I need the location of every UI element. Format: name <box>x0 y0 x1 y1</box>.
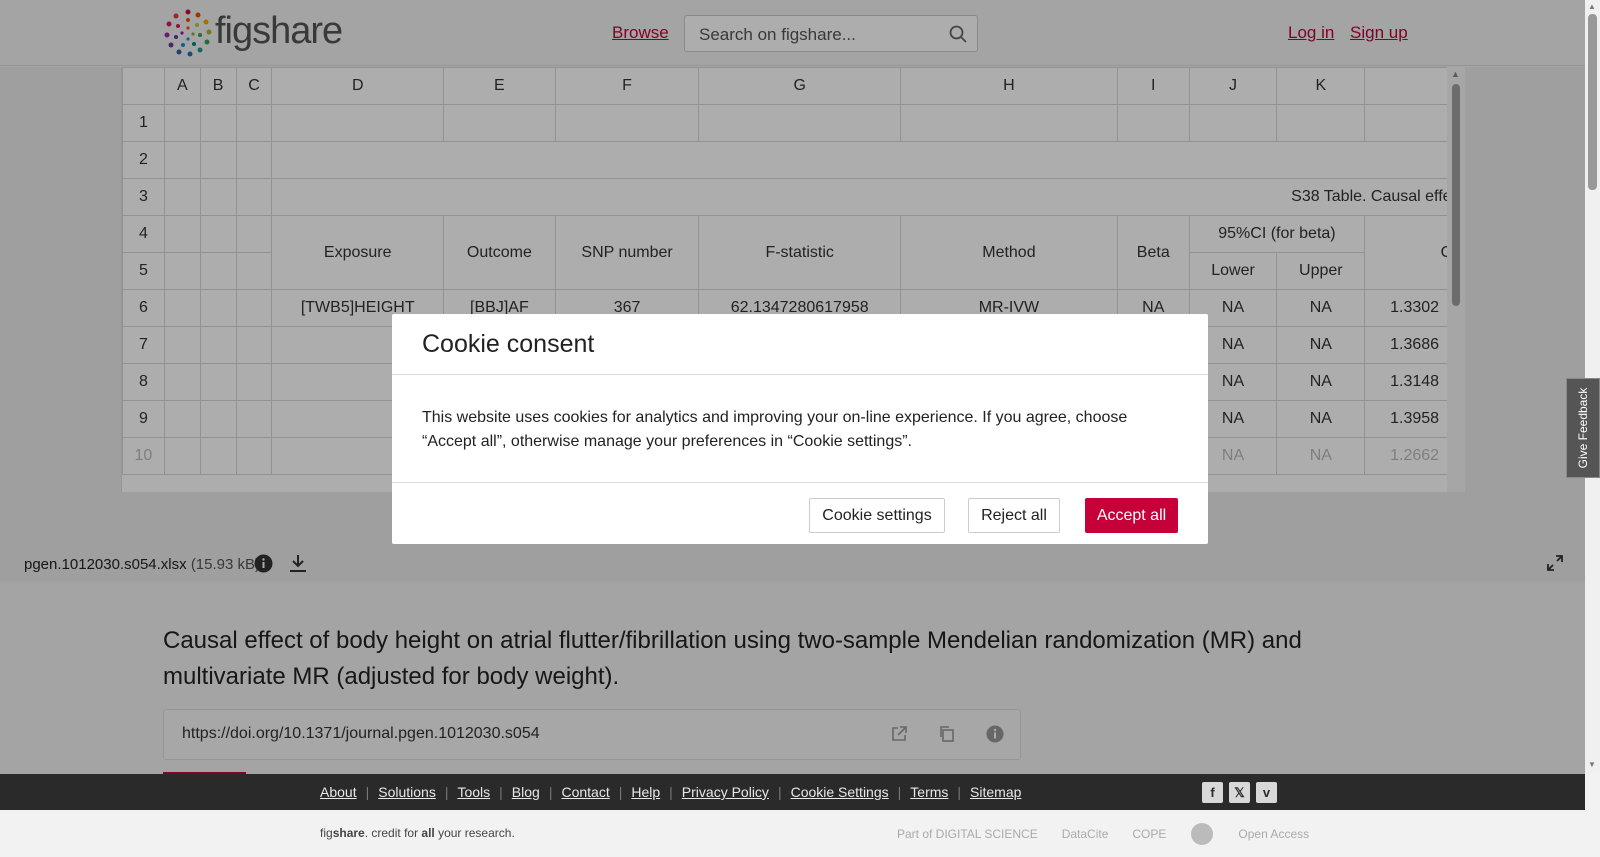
dialog-header: Cookie consent <box>392 314 1208 375</box>
scroll-up-icon[interactable]: ▲ <box>1588 2 1596 11</box>
cookie-settings-button[interactable]: Cookie settings <box>809 498 945 533</box>
footer-link-solutions[interactable]: Solutions <box>378 784 436 800</box>
reject-all-button[interactable]: Reject all <box>968 498 1060 533</box>
footer-link-help[interactable]: Help <box>631 784 660 800</box>
vimeo-icon[interactable]: v <box>1256 782 1277 803</box>
scroll-down-icon[interactable]: ▼ <box>1588 760 1596 769</box>
x-twitter-icon[interactable]: 𝕏 <box>1229 782 1250 803</box>
globe-logo-icon[interactable] <box>1190 822 1214 846</box>
digital-science-logo[interactable]: Part of DIGITAL SCIENCE <box>897 827 1038 841</box>
dialog-body: This website uses cookies for analytics … <box>422 409 1128 450</box>
footer-link-blog[interactable]: Blog <box>512 784 540 800</box>
footer-link-cookie-settings[interactable]: Cookie Settings <box>791 784 889 800</box>
open-access-logo[interactable]: Open Access <box>1238 827 1309 841</box>
footer-link-tools[interactable]: Tools <box>457 784 490 800</box>
cookie-consent-dialog: Cookie consent This website uses cookies… <box>392 314 1208 544</box>
footer-bottom: figshare. credit for all your research. … <box>0 810 1585 857</box>
footer-link-terms[interactable]: Terms <box>910 784 948 800</box>
partner-logos: Part of DIGITAL SCIENCE DataCite COPE Op… <box>897 822 1309 846</box>
feedback-label: Give Feedback <box>1576 387 1590 469</box>
facebook-icon[interactable]: f <box>1202 782 1223 803</box>
footer-nav: About | Solutions | Tools | Blog | Contact | … <box>0 774 1585 810</box>
footer-link-privacy[interactable]: Privacy Policy <box>682 784 769 800</box>
footer-link-about[interactable]: About <box>320 784 357 800</box>
footer-link-contact[interactable]: Contact <box>561 784 609 800</box>
cope-logo[interactable]: COPE <box>1132 827 1166 841</box>
give-feedback-tab[interactable]: Give Feedback <box>1566 378 1600 478</box>
dialog-footer: Cookie settings Reject all Accept all <box>392 482 1208 544</box>
footer-links: About | Solutions | Tools | Blog | Contact | … <box>320 784 1022 800</box>
page-scroll-thumb[interactable] <box>1588 14 1597 190</box>
dialog-title: Cookie consent <box>422 330 595 358</box>
datacite-logo[interactable]: DataCite <box>1062 827 1109 841</box>
footer-tagline: figshare. credit for all your research. <box>320 826 515 840</box>
footer-link-sitemap[interactable]: Sitemap <box>970 784 1021 800</box>
accept-all-button[interactable]: Accept all <box>1085 498 1178 533</box>
